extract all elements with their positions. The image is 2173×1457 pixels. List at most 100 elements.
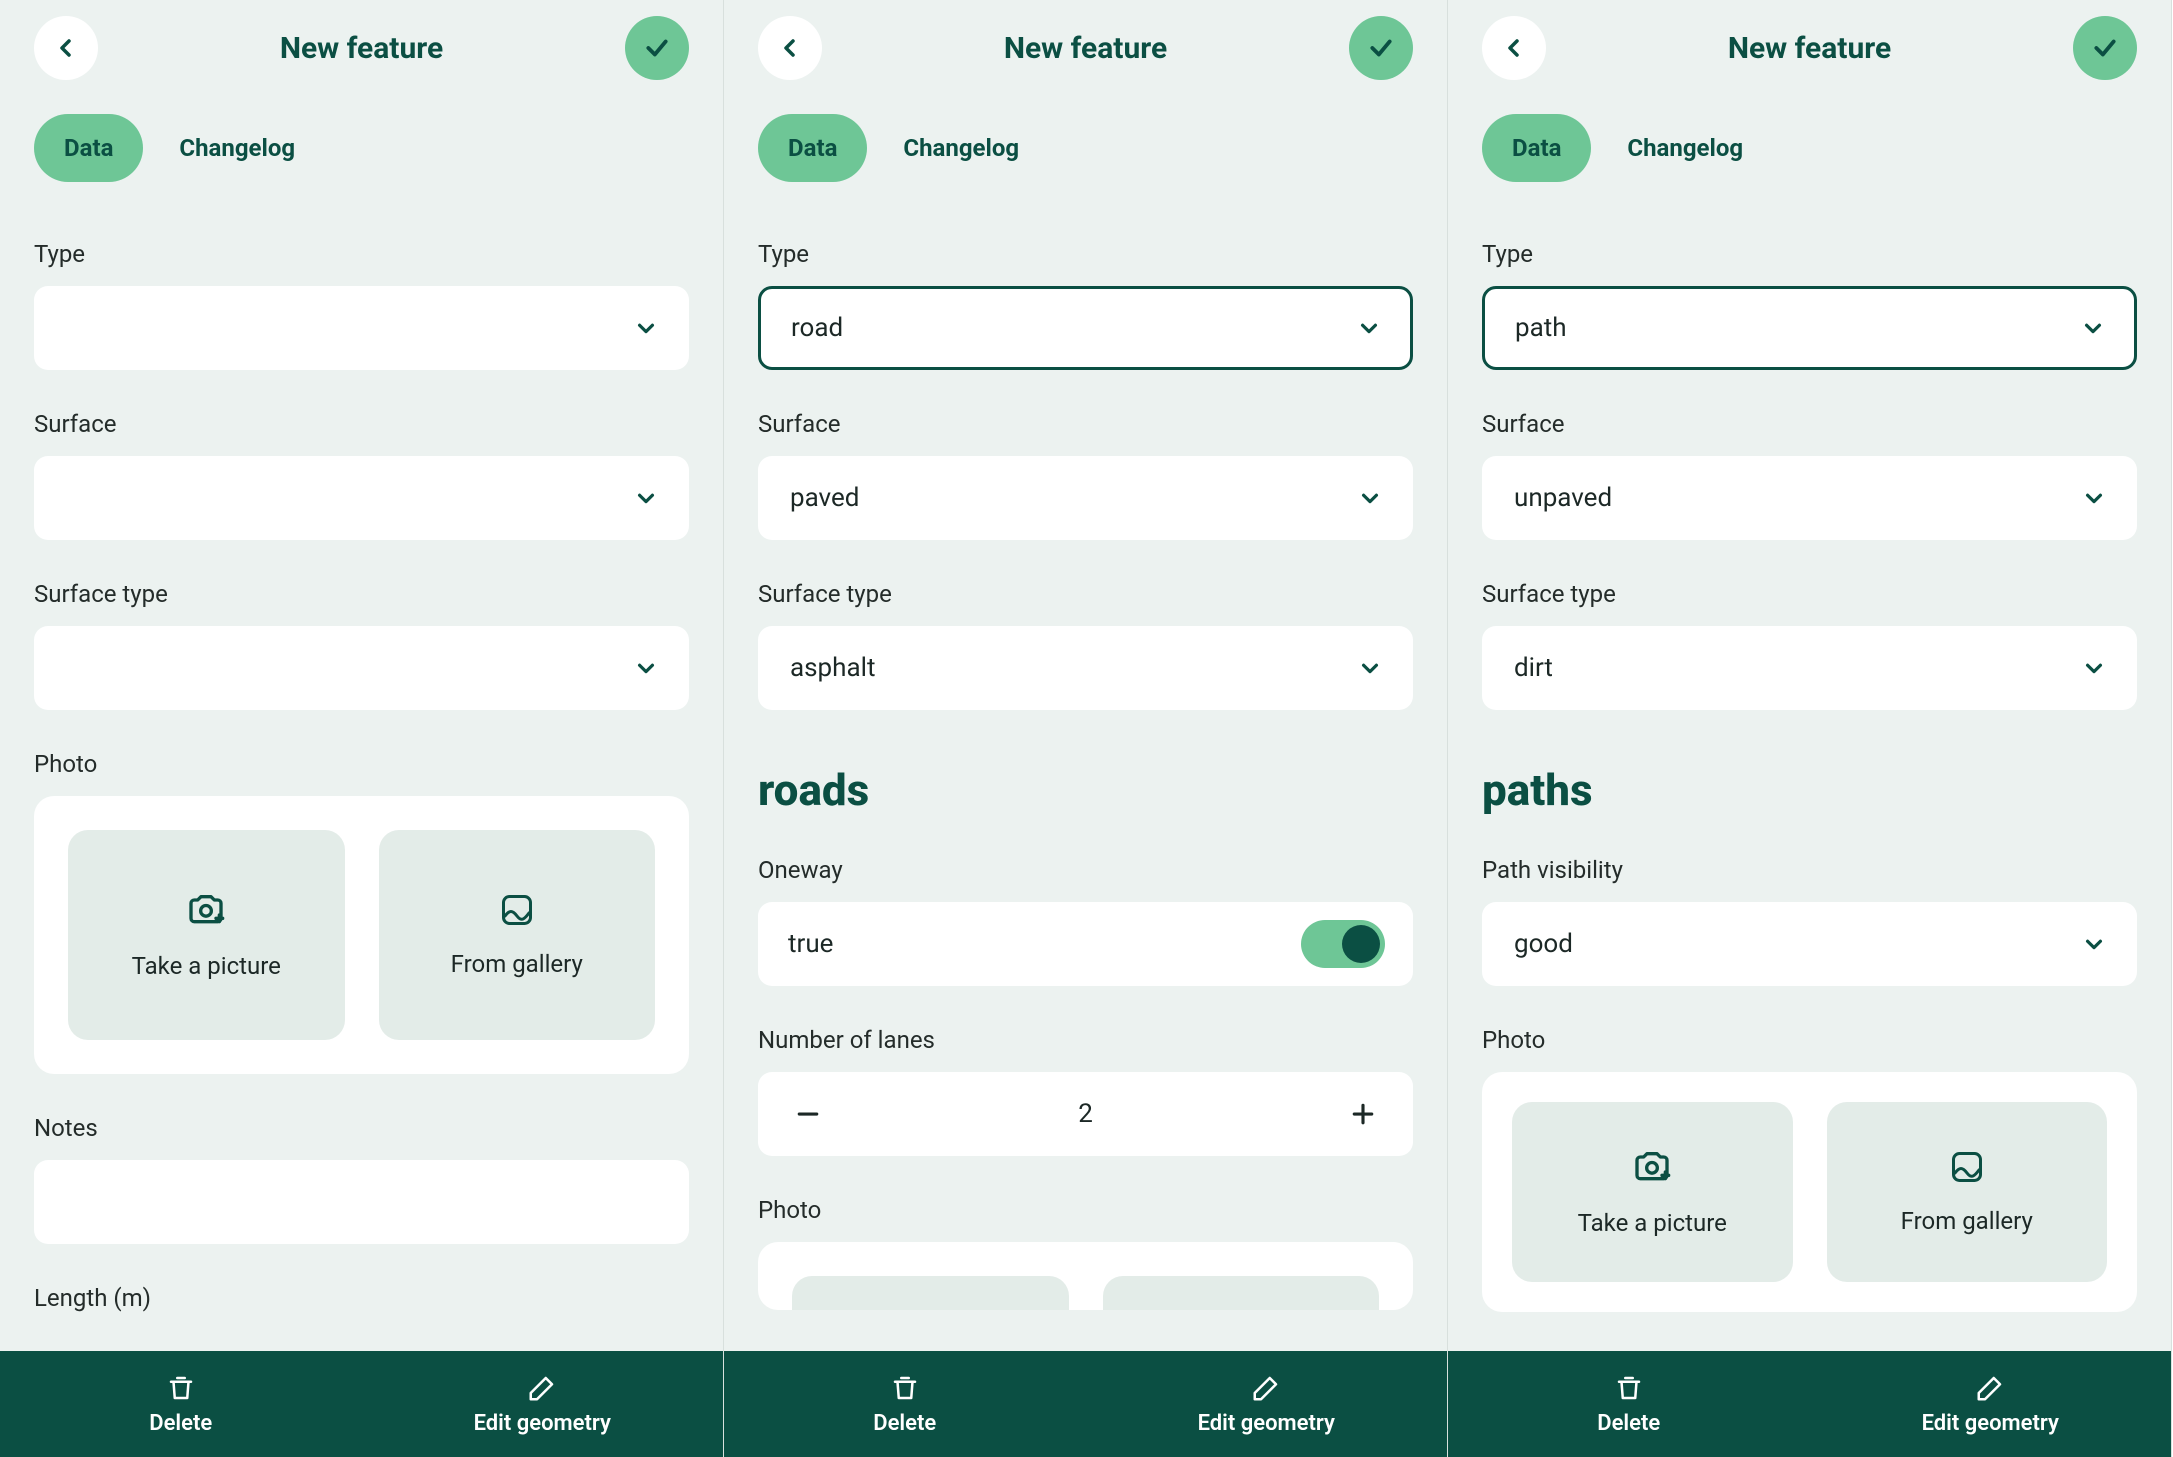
visibility-value: good — [1514, 929, 1573, 959]
tab-data[interactable]: Data — [1482, 114, 1591, 182]
plus-icon — [1348, 1099, 1378, 1129]
type-value: road — [791, 313, 843, 343]
lanes-decrement[interactable] — [788, 1094, 828, 1134]
label-oneway: Oneway — [758, 856, 1413, 884]
bottom-bar: Delete Edit geometry — [724, 1351, 1447, 1457]
trash-icon — [890, 1373, 920, 1403]
delete-button[interactable]: Delete — [1448, 1351, 1810, 1457]
edit-geometry-label: Edit geometry — [474, 1411, 611, 1436]
take-picture-label: Take a picture — [1578, 1209, 1727, 1237]
surface-select[interactable]: paved — [758, 456, 1413, 540]
chevron-left-icon — [1502, 36, 1526, 60]
delete-label: Delete — [149, 1411, 212, 1436]
chevron-down-icon — [2083, 933, 2105, 955]
label-surface-type: Surface type — [1482, 580, 2137, 608]
surface-select[interactable] — [34, 456, 689, 540]
oneway-toggle[interactable] — [1301, 920, 1385, 968]
label-surface-type: Surface type — [758, 580, 1413, 608]
label-photo: Photo — [34, 750, 689, 778]
from-gallery-tile[interactable]: From gallery — [379, 830, 656, 1040]
check-icon — [1368, 35, 1394, 61]
edit-geometry-label: Edit geometry — [1198, 1411, 1335, 1436]
type-select[interactable]: road — [758, 286, 1413, 370]
camera-plus-icon — [186, 890, 226, 930]
label-photo: Photo — [1482, 1026, 2137, 1054]
tab-changelog[interactable]: Changelog — [149, 114, 325, 182]
minus-icon — [793, 1099, 823, 1129]
surface-select[interactable]: unpaved — [1482, 456, 2137, 540]
tabs: Data Changelog — [1448, 96, 2171, 192]
trash-icon — [1614, 1373, 1644, 1403]
bottom-bar: Delete Edit geometry — [1448, 1351, 2171, 1457]
label-type: Type — [34, 240, 689, 268]
chevron-down-icon — [2082, 317, 2104, 339]
type-select[interactable] — [34, 286, 689, 370]
oneway-row: true — [758, 902, 1413, 986]
from-gallery-tile[interactable]: From gallery — [1827, 1102, 2108, 1282]
type-select[interactable]: path — [1482, 286, 2137, 370]
from-gallery-label: From gallery — [451, 950, 583, 978]
label-surface: Surface — [1482, 410, 2137, 438]
back-button[interactable] — [34, 16, 98, 80]
lanes-increment[interactable] — [1343, 1094, 1383, 1134]
tabs: Data Changelog — [724, 96, 1447, 192]
type-value: path — [1515, 313, 1567, 343]
from-gallery-label: From gallery — [1901, 1207, 2033, 1235]
panel-3: New feature Data Changelog Type path Sur… — [1448, 0, 2172, 1457]
section-paths: paths — [1482, 764, 2137, 816]
trash-icon — [166, 1373, 196, 1403]
delete-label: Delete — [873, 1411, 936, 1436]
chevron-down-icon — [635, 317, 657, 339]
pencil-icon — [1975, 1373, 2005, 1403]
edit-geometry-button[interactable]: Edit geometry — [1810, 1351, 2172, 1457]
pencil-icon — [1251, 1373, 1281, 1403]
page-title: New feature — [1004, 31, 1167, 66]
tabs: Data Changelog — [0, 96, 723, 192]
visibility-select[interactable]: good — [1482, 902, 2137, 986]
lanes-value: 2 — [1078, 1099, 1093, 1129]
surface-value: paved — [790, 483, 859, 513]
surface-type-select[interactable]: dirt — [1482, 626, 2137, 710]
confirm-button[interactable] — [1349, 16, 1413, 80]
photo-card — [758, 1242, 1413, 1310]
surface-type-select[interactable] — [34, 626, 689, 710]
photo-card: Take a picture From gallery — [34, 796, 689, 1074]
label-notes: Notes — [34, 1114, 689, 1142]
camera-plus-icon — [1632, 1147, 1672, 1187]
label-type: Type — [1482, 240, 2137, 268]
delete-button[interactable]: Delete — [724, 1351, 1086, 1457]
notes-input[interactable] — [34, 1160, 689, 1244]
tab-data[interactable]: Data — [34, 114, 143, 182]
chevron-down-icon — [635, 657, 657, 679]
take-picture-tile[interactable] — [792, 1276, 1069, 1310]
label-length: Length (m) — [34, 1284, 689, 1312]
gallery-icon — [499, 892, 535, 928]
tab-data[interactable]: Data — [758, 114, 867, 182]
section-roads: roads — [758, 764, 1413, 816]
back-button[interactable] — [758, 16, 822, 80]
delete-button[interactable]: Delete — [0, 1351, 362, 1457]
panel-2: New feature Data Changelog Type road Sur… — [724, 0, 1448, 1457]
edit-geometry-button[interactable]: Edit geometry — [1086, 1351, 1448, 1457]
chevron-left-icon — [778, 36, 802, 60]
surface-type-select[interactable]: asphalt — [758, 626, 1413, 710]
take-picture-tile[interactable]: Take a picture — [1512, 1102, 1793, 1282]
back-button[interactable] — [1482, 16, 1546, 80]
page-title: New feature — [280, 31, 443, 66]
tab-changelog[interactable]: Changelog — [873, 114, 1049, 182]
from-gallery-tile[interactable] — [1103, 1276, 1380, 1310]
take-picture-tile[interactable]: Take a picture — [68, 830, 345, 1040]
confirm-button[interactable] — [2073, 16, 2137, 80]
label-surface: Surface — [758, 410, 1413, 438]
toggle-knob — [1342, 925, 1380, 963]
tab-changelog[interactable]: Changelog — [1597, 114, 1773, 182]
chevron-down-icon — [1359, 657, 1381, 679]
edit-geometry-button[interactable]: Edit geometry — [362, 1351, 724, 1457]
surface-type-value: asphalt — [790, 653, 875, 683]
chevron-down-icon — [635, 487, 657, 509]
pencil-icon — [527, 1373, 557, 1403]
delete-label: Delete — [1597, 1411, 1660, 1436]
photo-card: Take a picture From gallery — [1482, 1072, 2137, 1312]
confirm-button[interactable] — [625, 16, 689, 80]
bottom-bar: Delete Edit geometry — [0, 1351, 723, 1457]
